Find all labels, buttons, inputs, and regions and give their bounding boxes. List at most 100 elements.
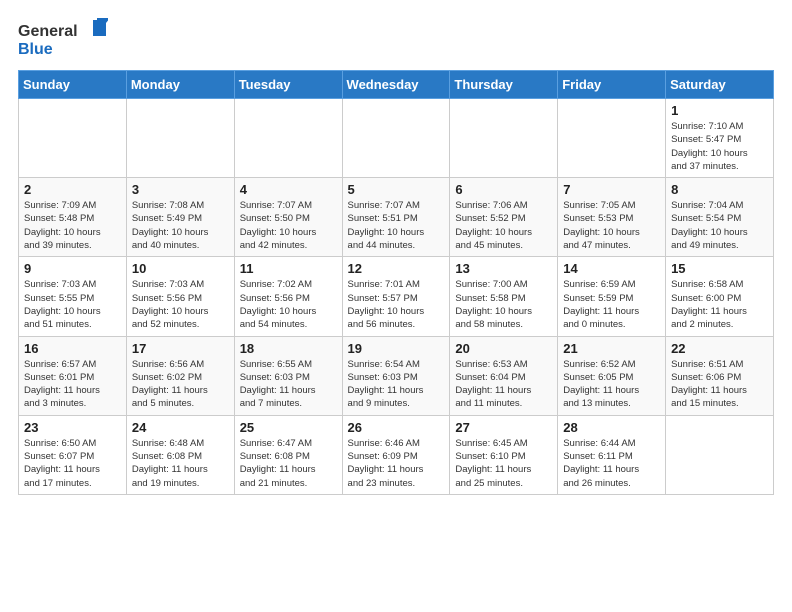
day-number: 26 bbox=[348, 420, 445, 435]
logo: General Blue bbox=[18, 18, 108, 62]
calendar-cell bbox=[450, 99, 558, 178]
day-number: 28 bbox=[563, 420, 660, 435]
calendar-cell: 15 Sunrise: 6:58 AM Sunset: 6:00 PM Dayli… bbox=[666, 257, 774, 336]
day-number: 9 bbox=[24, 261, 121, 276]
day-number: 7 bbox=[563, 182, 660, 197]
calendar-cell: 11 Sunrise: 7:02 AM Sunset: 5:56 PM Dayli… bbox=[234, 257, 342, 336]
calendar-cell: 8 Sunrise: 7:04 AM Sunset: 5:54 PM Daylig… bbox=[666, 178, 774, 257]
day-info: Sunrise: 7:01 AM Sunset: 5:57 PM Dayligh… bbox=[348, 278, 445, 331]
day-info: Sunrise: 7:03 AM Sunset: 5:56 PM Dayligh… bbox=[132, 278, 229, 331]
svg-text:General: General bbox=[18, 23, 78, 40]
day-number: 20 bbox=[455, 341, 552, 356]
calendar-cell: 20 Sunrise: 6:53 AM Sunset: 6:04 PM Dayli… bbox=[450, 336, 558, 415]
day-info: Sunrise: 6:55 AM Sunset: 6:03 PM Dayligh… bbox=[240, 358, 337, 411]
calendar-cell: 18 Sunrise: 6:55 AM Sunset: 6:03 PM Dayli… bbox=[234, 336, 342, 415]
day-info: Sunrise: 6:53 AM Sunset: 6:04 PM Dayligh… bbox=[455, 358, 552, 411]
day-info: Sunrise: 6:57 AM Sunset: 6:01 PM Dayligh… bbox=[24, 358, 121, 411]
calendar-cell: 2 Sunrise: 7:09 AM Sunset: 5:48 PM Daylig… bbox=[19, 178, 127, 257]
day-info: Sunrise: 6:47 AM Sunset: 6:08 PM Dayligh… bbox=[240, 437, 337, 490]
calendar-cell: 25 Sunrise: 6:47 AM Sunset: 6:08 PM Dayli… bbox=[234, 415, 342, 494]
calendar-cell: 22 Sunrise: 6:51 AM Sunset: 6:06 PM Dayli… bbox=[666, 336, 774, 415]
day-info: Sunrise: 6:59 AM Sunset: 5:59 PM Dayligh… bbox=[563, 278, 660, 331]
day-number: 1 bbox=[671, 103, 768, 118]
calendar-cell: 28 Sunrise: 6:44 AM Sunset: 6:11 PM Dayli… bbox=[558, 415, 666, 494]
day-number: 12 bbox=[348, 261, 445, 276]
calendar-cell: 5 Sunrise: 7:07 AM Sunset: 5:51 PM Daylig… bbox=[342, 178, 450, 257]
day-number: 21 bbox=[563, 341, 660, 356]
day-info: Sunrise: 7:03 AM Sunset: 5:55 PM Dayligh… bbox=[24, 278, 121, 331]
day-info: Sunrise: 7:06 AM Sunset: 5:52 PM Dayligh… bbox=[455, 199, 552, 252]
weekday-header-cell: Saturday bbox=[666, 71, 774, 99]
day-info: Sunrise: 6:56 AM Sunset: 6:02 PM Dayligh… bbox=[132, 358, 229, 411]
day-number: 8 bbox=[671, 182, 768, 197]
day-number: 11 bbox=[240, 261, 337, 276]
calendar-cell: 13 Sunrise: 7:00 AM Sunset: 5:58 PM Dayli… bbox=[450, 257, 558, 336]
calendar-cell bbox=[666, 415, 774, 494]
day-info: Sunrise: 7:07 AM Sunset: 5:51 PM Dayligh… bbox=[348, 199, 445, 252]
weekday-header-cell: Monday bbox=[126, 71, 234, 99]
day-number: 16 bbox=[24, 341, 121, 356]
calendar-cell: 26 Sunrise: 6:46 AM Sunset: 6:09 PM Dayli… bbox=[342, 415, 450, 494]
day-info: Sunrise: 6:44 AM Sunset: 6:11 PM Dayligh… bbox=[563, 437, 660, 490]
day-number: 18 bbox=[240, 341, 337, 356]
day-info: Sunrise: 7:07 AM Sunset: 5:50 PM Dayligh… bbox=[240, 199, 337, 252]
calendar-cell: 10 Sunrise: 7:03 AM Sunset: 5:56 PM Dayli… bbox=[126, 257, 234, 336]
calendar-cell bbox=[126, 99, 234, 178]
calendar-cell: 6 Sunrise: 7:06 AM Sunset: 5:52 PM Daylig… bbox=[450, 178, 558, 257]
day-number: 19 bbox=[348, 341, 445, 356]
calendar-cell bbox=[19, 99, 127, 178]
day-number: 2 bbox=[24, 182, 121, 197]
weekday-header-cell: Wednesday bbox=[342, 71, 450, 99]
day-info: Sunrise: 6:48 AM Sunset: 6:08 PM Dayligh… bbox=[132, 437, 229, 490]
day-info: Sunrise: 6:58 AM Sunset: 6:00 PM Dayligh… bbox=[671, 278, 768, 331]
calendar-cell: 17 Sunrise: 6:56 AM Sunset: 6:02 PM Dayli… bbox=[126, 336, 234, 415]
day-number: 27 bbox=[455, 420, 552, 435]
svg-text:Blue: Blue bbox=[18, 41, 53, 58]
day-number: 10 bbox=[132, 261, 229, 276]
day-number: 5 bbox=[348, 182, 445, 197]
day-number: 25 bbox=[240, 420, 337, 435]
page: General Blue SundayMondayTuesdayWednesda… bbox=[0, 0, 792, 505]
day-info: Sunrise: 7:08 AM Sunset: 5:49 PM Dayligh… bbox=[132, 199, 229, 252]
day-number: 17 bbox=[132, 341, 229, 356]
day-info: Sunrise: 7:09 AM Sunset: 5:48 PM Dayligh… bbox=[24, 199, 121, 252]
day-info: Sunrise: 7:02 AM Sunset: 5:56 PM Dayligh… bbox=[240, 278, 337, 331]
header: General Blue bbox=[18, 18, 774, 62]
weekday-header-cell: Thursday bbox=[450, 71, 558, 99]
calendar-cell: 21 Sunrise: 6:52 AM Sunset: 6:05 PM Dayli… bbox=[558, 336, 666, 415]
day-info: Sunrise: 7:00 AM Sunset: 5:58 PM Dayligh… bbox=[455, 278, 552, 331]
calendar: SundayMondayTuesdayWednesdayThursdayFrid… bbox=[18, 70, 774, 495]
calendar-cell: 3 Sunrise: 7:08 AM Sunset: 5:49 PM Daylig… bbox=[126, 178, 234, 257]
day-info: Sunrise: 7:10 AM Sunset: 5:47 PM Dayligh… bbox=[671, 120, 768, 173]
day-number: 4 bbox=[240, 182, 337, 197]
day-number: 14 bbox=[563, 261, 660, 276]
calendar-cell: 27 Sunrise: 6:45 AM Sunset: 6:10 PM Dayli… bbox=[450, 415, 558, 494]
day-info: Sunrise: 6:52 AM Sunset: 6:05 PM Dayligh… bbox=[563, 358, 660, 411]
day-info: Sunrise: 6:54 AM Sunset: 6:03 PM Dayligh… bbox=[348, 358, 445, 411]
day-number: 22 bbox=[671, 341, 768, 356]
day-number: 13 bbox=[455, 261, 552, 276]
day-number: 15 bbox=[671, 261, 768, 276]
day-info: Sunrise: 7:04 AM Sunset: 5:54 PM Dayligh… bbox=[671, 199, 768, 252]
calendar-cell: 23 Sunrise: 6:50 AM Sunset: 6:07 PM Dayli… bbox=[19, 415, 127, 494]
calendar-cell: 16 Sunrise: 6:57 AM Sunset: 6:01 PM Dayli… bbox=[19, 336, 127, 415]
calendar-cell: 12 Sunrise: 7:01 AM Sunset: 5:57 PM Dayli… bbox=[342, 257, 450, 336]
day-number: 6 bbox=[455, 182, 552, 197]
calendar-cell: 7 Sunrise: 7:05 AM Sunset: 5:53 PM Daylig… bbox=[558, 178, 666, 257]
day-info: Sunrise: 6:51 AM Sunset: 6:06 PM Dayligh… bbox=[671, 358, 768, 411]
day-number: 24 bbox=[132, 420, 229, 435]
day-number: 3 bbox=[132, 182, 229, 197]
calendar-cell bbox=[558, 99, 666, 178]
weekday-header-cell: Sunday bbox=[19, 71, 127, 99]
day-info: Sunrise: 6:46 AM Sunset: 6:09 PM Dayligh… bbox=[348, 437, 445, 490]
day-number: 23 bbox=[24, 420, 121, 435]
weekday-header-cell: Friday bbox=[558, 71, 666, 99]
calendar-cell: 24 Sunrise: 6:48 AM Sunset: 6:08 PM Dayli… bbox=[126, 415, 234, 494]
calendar-cell: 19 Sunrise: 6:54 AM Sunset: 6:03 PM Dayli… bbox=[342, 336, 450, 415]
calendar-cell: 1 Sunrise: 7:10 AM Sunset: 5:47 PM Daylig… bbox=[666, 99, 774, 178]
day-info: Sunrise: 6:45 AM Sunset: 6:10 PM Dayligh… bbox=[455, 437, 552, 490]
day-info: Sunrise: 6:50 AM Sunset: 6:07 PM Dayligh… bbox=[24, 437, 121, 490]
calendar-cell bbox=[342, 99, 450, 178]
day-info: Sunrise: 7:05 AM Sunset: 5:53 PM Dayligh… bbox=[563, 199, 660, 252]
calendar-cell: 14 Sunrise: 6:59 AM Sunset: 5:59 PM Dayli… bbox=[558, 257, 666, 336]
